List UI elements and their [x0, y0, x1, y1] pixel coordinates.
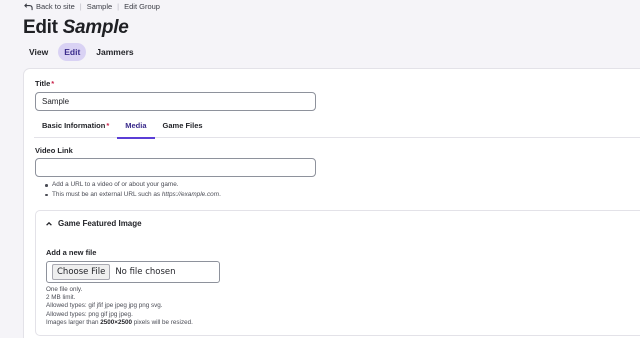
edit-form-card: Title* Sample Basic Information* Media G… [23, 68, 640, 338]
video-link-input[interactable] [35, 158, 316, 177]
help-line: One file only. [46, 286, 83, 293]
help-line: 2 MB limit. [46, 294, 76, 302]
page-title-name: Sample [62, 17, 129, 38]
page-title-prefix: Edit [23, 17, 58, 38]
example-url: https://example.com [161, 190, 220, 198]
secondary-tabs: Basic Information* Media Game Files [34, 114, 640, 139]
tab-view[interactable]: View [23, 43, 54, 61]
tab-game-files[interactable]: Game Files [155, 114, 211, 138]
title-input[interactable]: Sample [35, 92, 316, 111]
featured-image-details: Game Featured Image Add a new file Choos… [35, 210, 640, 336]
breadcrumb-item-edit-group: Edit Group [124, 2, 160, 11]
title-label: Title* [35, 79, 55, 88]
breadcrumb-item-sample[interactable]: Sample [87, 2, 112, 11]
chevron-up-icon [46, 221, 52, 226]
page-title: Edit Sample [23, 17, 129, 39]
resize-dimensions: 2500×2500 [100, 318, 132, 326]
back-arrow-icon[interactable] [24, 2, 33, 11]
no-file-status: No file chosen [115, 267, 176, 277]
back-to-site-link[interactable]: Back to site [36, 2, 75, 11]
tab-media[interactable]: Media [117, 114, 155, 139]
breadcrumb-separator: | [79, 2, 82, 11]
breadcrumb-separator: | [117, 2, 120, 11]
breadcrumb: Back to site | Sample | Edit Group [24, 2, 160, 11]
tab-jammers[interactable]: Jammers [90, 43, 139, 61]
primary-tabs: View Edit Jammers [23, 43, 140, 61]
tab-edit[interactable]: Edit [58, 43, 87, 61]
tab-basic-information[interactable]: Basic Information* [34, 114, 117, 138]
featured-image-summary[interactable]: Game Featured Image [45, 219, 142, 228]
help-item: This must be an external URL such as htt… [43, 190, 221, 200]
help-line: Allowed types: png gif jpg jpeg. [46, 310, 133, 318]
video-link-help: Add a URL to a video of or about your ga… [43, 180, 221, 199]
help-item: Add a URL to a video of or about your ga… [43, 180, 221, 190]
help-line: Images larger than 2500×2500 pixels will… [46, 318, 193, 326]
choose-file-button[interactable]: Choose File [52, 264, 111, 280]
add-new-file-label: Add a new file [46, 248, 97, 257]
help-line: Allowed types: gif jfif jpe jpeg jpg png… [46, 302, 163, 310]
file-upload-help: One file only. 2 MB limit. Allowed types… [46, 286, 193, 327]
required-marker: * [106, 121, 110, 130]
video-link-label: Video Link [35, 146, 73, 155]
required-marker: * [51, 79, 55, 88]
file-upload-field[interactable]: Choose File No file chosen [46, 261, 220, 283]
